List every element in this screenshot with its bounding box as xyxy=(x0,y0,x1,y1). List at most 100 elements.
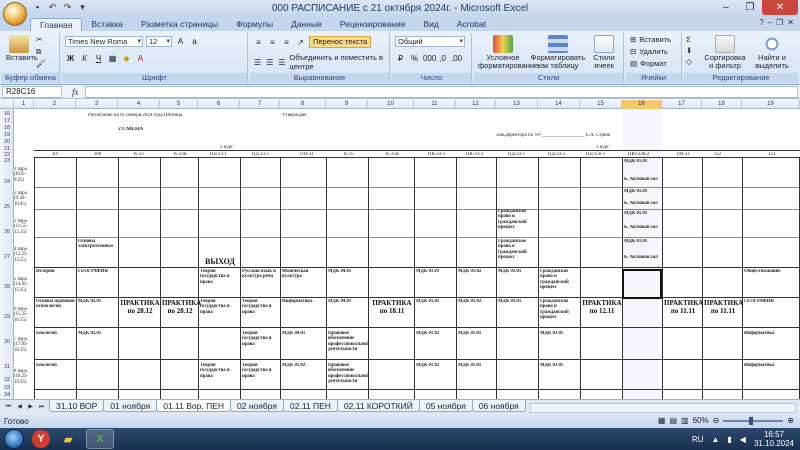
italic-icon[interactable]: К xyxy=(79,53,90,64)
zoom-slider[interactable] xyxy=(723,416,784,425)
tab-data[interactable]: Данные xyxy=(282,18,331,31)
increase-decimal-icon[interactable]: ,0 xyxy=(437,53,448,64)
column-header[interactable]: 9 xyxy=(326,100,368,109)
column-header[interactable]: 17 xyxy=(662,100,702,109)
lesson-cell[interactable]: МДК 01.01 xyxy=(458,331,496,336)
folder-icon[interactable]: ▰ xyxy=(54,429,82,449)
lesson-cell[interactable]: Теория государства и права xyxy=(242,331,280,347)
font-size-select[interactable]: 12 xyxy=(146,36,172,47)
lesson-cell[interactable]: Теория государства и права xyxy=(200,269,240,285)
lesson-cell[interactable]: МДК 01.01 xyxy=(624,159,662,164)
copy-button[interactable]: ⧉ xyxy=(36,47,41,57)
column-header[interactable]: 5 xyxy=(160,100,198,109)
yandex-browser-icon[interactable]: Y xyxy=(32,430,50,448)
row-header[interactable]: 19 xyxy=(0,132,14,138)
decrease-decimal-icon[interactable]: ,00 xyxy=(451,53,462,64)
align-top-icon[interactable]: ≡ xyxy=(253,37,264,48)
cell-styles-button[interactable]: Стили ячеек xyxy=(588,35,620,70)
row-header[interactable]: 32 xyxy=(0,377,14,383)
conditional-format-button[interactable]: Условное форматирование xyxy=(478,35,538,70)
row-header[interactable]: 30 xyxy=(0,339,14,345)
find-select-button[interactable]: Найти и выделить xyxy=(750,35,794,70)
autosum-icon[interactable]: Σ xyxy=(686,35,691,44)
insert-cells-button[interactable]: ⊞ Вставить xyxy=(630,35,671,44)
restore-icon[interactable]: ❐ xyxy=(738,0,762,15)
last-sheet-icon[interactable]: ⏭ xyxy=(37,403,46,412)
office-button[interactable] xyxy=(3,2,27,26)
column-header[interactable]: 6 xyxy=(198,100,240,109)
lesson-cell[interactable]: Гражданское право и гражданский процесс xyxy=(498,239,538,260)
lesson-cell[interactable]: МДК 01.01 xyxy=(458,363,496,368)
lesson-cell[interactable]: Информатика xyxy=(744,331,798,336)
column-header[interactable]: 10 xyxy=(368,100,414,109)
lesson-cell[interactable]: Правовое обеспечение профессиональной де… xyxy=(328,331,368,352)
lesson-cell[interactable]: Правовое обеспечение профессиональной де… xyxy=(328,363,368,384)
align-right-icon[interactable]: ☰ xyxy=(277,57,286,68)
tab-review[interactable]: Рецензирование xyxy=(331,18,415,31)
column-header-active[interactable]: 16 xyxy=(622,100,662,109)
sheet-tab[interactable]: 01 ноября xyxy=(103,400,158,412)
tab-insert[interactable]: Вставка xyxy=(82,18,132,31)
wrap-text-button[interactable]: Перенос текста xyxy=(309,36,372,48)
merge-center-button[interactable]: Объединить и поместить в центре xyxy=(289,53,389,71)
lesson-cell[interactable]: МДК 01.02 xyxy=(458,269,496,274)
start-button[interactable] xyxy=(4,429,24,449)
align-center-icon[interactable]: ☰ xyxy=(265,57,274,68)
row-header[interactable]: 16 xyxy=(0,111,14,117)
column-header[interactable]: 4 xyxy=(118,100,160,109)
lesson-cell[interactable]: МДК 01.01 xyxy=(416,299,456,304)
network-icon[interactable]: ▮ xyxy=(727,435,731,444)
clock[interactable]: 16:57 31.10.2024 xyxy=(754,430,794,448)
lesson-cell[interactable]: Теория государства и права xyxy=(242,299,280,315)
lesson-cell[interactable]: МДК 01.01 xyxy=(624,211,662,216)
page-layout-icon[interactable]: ▤ xyxy=(669,416,677,425)
lesson-cell[interactable]: Основы электротехники xyxy=(78,239,118,250)
lesson-cell[interactable]: МДК 01.02 xyxy=(416,363,456,368)
lesson-cell[interactable]: Информатика xyxy=(744,363,798,368)
tab-formulas[interactable]: Формулы xyxy=(227,18,282,31)
borders-icon[interactable]: ▦ xyxy=(107,53,118,64)
row-header[interactable]: 29 xyxy=(0,314,14,320)
sheet-tab-active[interactable]: 01.11 Вор, ПЕН xyxy=(156,400,232,412)
lesson-cell[interactable]: Гражданское право и гражданский процесс xyxy=(540,269,580,290)
lesson-cell[interactable]: МДК 01.01 xyxy=(624,189,662,194)
row-header[interactable]: 20 xyxy=(0,139,14,145)
column-header[interactable]: 3 xyxy=(76,100,118,109)
sheet-tab[interactable]: 05 ноября xyxy=(418,400,473,412)
lesson-cell[interactable]: Биология xyxy=(36,331,76,336)
lesson-cell[interactable]: МДК 01.02 xyxy=(458,299,496,304)
clear-icon[interactable]: ◇ xyxy=(686,57,692,66)
currency-icon[interactable]: ₽ xyxy=(395,53,406,64)
lesson-cell[interactable]: МДК 01.02 xyxy=(416,331,456,336)
volume-icon[interactable]: ◀ xyxy=(740,435,746,444)
prev-sheet-icon[interactable]: ◀ xyxy=(15,403,24,412)
font-color-icon[interactable]: A xyxy=(135,53,146,64)
number-format-select[interactable]: Общий xyxy=(395,36,465,47)
sheet-tab[interactable]: 02.11 ПЕН xyxy=(283,400,338,412)
tab-home[interactable]: Главная xyxy=(30,18,83,31)
lesson-cell[interactable]: МДК 02.01 xyxy=(78,331,118,336)
percent-icon[interactable]: % xyxy=(409,53,420,64)
sheet-tab[interactable]: 02.11 КОРОТКИЙ xyxy=(336,400,420,412)
shrink-font-icon[interactable]: a xyxy=(189,36,200,47)
restore-doc-icon[interactable]: ❐ xyxy=(776,18,783,27)
lesson-cell[interactable]: Гражданское право и гражданский процесс xyxy=(498,209,538,230)
row-header[interactable]: 25 xyxy=(0,204,14,210)
column-header[interactable]: 15 xyxy=(580,100,622,109)
fill-icon[interactable]: ⬇ xyxy=(686,46,692,55)
delete-cells-button[interactable]: ⊟ Удалить xyxy=(630,47,668,56)
lesson-cell[interactable]: Информатика xyxy=(282,299,326,304)
lesson-cell[interactable]: Основы правовой психологии xyxy=(36,299,76,310)
row-header[interactable]: 28 xyxy=(0,284,14,290)
lesson-cell[interactable]: МДК 04.01 xyxy=(328,269,368,274)
language-indicator[interactable]: RU xyxy=(692,435,704,444)
lesson-cell[interactable]: МДК 03.01 xyxy=(540,331,580,336)
row-header[interactable]: 33 xyxy=(0,385,14,391)
format-painter-button[interactable]: 🖌 xyxy=(36,59,46,68)
row-header[interactable]: 34 xyxy=(0,392,14,398)
format-cells-button[interactable]: ▤ Формат xyxy=(630,59,667,68)
grow-font-icon[interactable]: A xyxy=(175,36,186,47)
excel-icon[interactable]: X xyxy=(86,429,114,449)
column-header[interactable]: 8 xyxy=(280,100,326,109)
cut-button[interactable]: ✂ xyxy=(36,35,42,44)
